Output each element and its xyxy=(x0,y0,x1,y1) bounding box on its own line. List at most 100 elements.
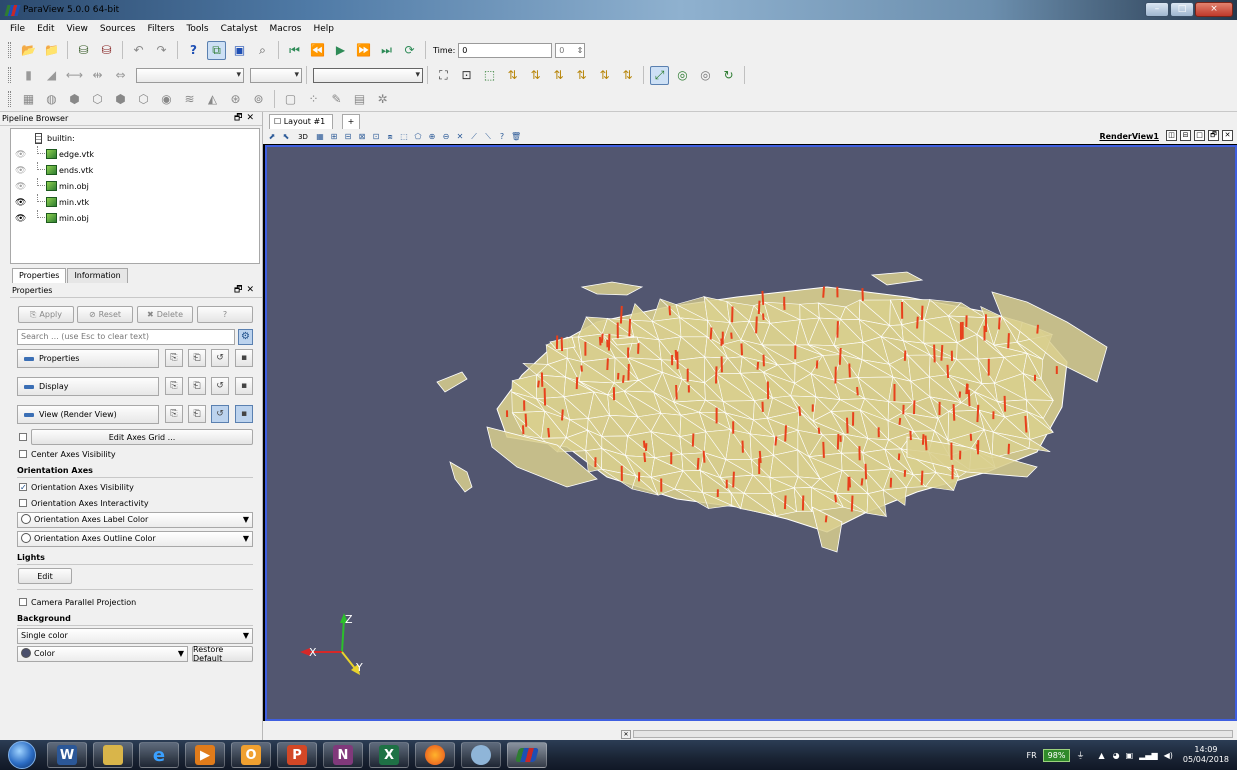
signal-icon[interactable]: ▂▄▆ xyxy=(1139,751,1157,760)
orientation-axes-interactivity-checkbox[interactable] xyxy=(19,499,27,507)
split-vertical-icon[interactable]: ⊟ xyxy=(1180,130,1191,141)
select-cells-icon[interactable]: ⬈ xyxy=(267,132,277,142)
clear-selection-icon[interactable]: ✕ xyxy=(455,132,465,142)
menu-tools[interactable]: Tools xyxy=(180,24,214,34)
close-animation-icon[interactable]: ✕ xyxy=(621,730,631,739)
extract-subset-icon[interactable]: ⬡ xyxy=(134,90,153,109)
warp-vector-icon[interactable]: ◭ xyxy=(203,90,222,109)
camera-parallel-projection-checkbox[interactable] xyxy=(19,598,27,606)
taskbar-paraview[interactable] xyxy=(507,742,547,768)
render-view-name[interactable]: RenderView1 xyxy=(1099,129,1159,144)
help-button[interactable]: ? xyxy=(197,306,253,323)
dock-buttons[interactable]: 🗗✕ xyxy=(234,112,258,125)
close-view-icon[interactable]: ✕ xyxy=(1222,130,1233,141)
view-3d-toggle[interactable]: 3D xyxy=(295,132,311,142)
select-surface-points-icon[interactable]: ⊟ xyxy=(343,132,353,142)
taskbar-explorer-2[interactable] xyxy=(461,742,501,768)
view-minus-x-icon[interactable]: ⇅ xyxy=(526,66,545,85)
probe-icon[interactable]: ✎ xyxy=(327,90,346,109)
color-by-combo[interactable] xyxy=(136,67,244,83)
reset-center-icon[interactable]: ◎ xyxy=(696,66,715,85)
pipeline-item[interactable]: 👁 min.vtk xyxy=(11,194,259,210)
taskbar-outlook[interactable]: O xyxy=(231,742,271,768)
restore-icon[interactable]: ↺ xyxy=(211,377,229,395)
close-button[interactable]: × xyxy=(1195,2,1233,17)
taskbar-ie[interactable]: e xyxy=(139,742,179,768)
color-legend-icon[interactable]: ▮ xyxy=(19,66,38,85)
section-properties[interactable]: Properties xyxy=(17,349,159,368)
taskbar-excel[interactable]: X xyxy=(369,742,409,768)
plot-icon[interactable]: ▤ xyxy=(350,90,369,109)
visibility-eye-icon[interactable]: 👁 xyxy=(15,166,27,176)
loop-icon[interactable]: ⟳ xyxy=(400,41,419,60)
maximize-view-icon[interactable]: □ xyxy=(1194,130,1205,141)
taskbar-powerpoint[interactable]: P xyxy=(277,742,317,768)
time-input[interactable]: 0 xyxy=(458,42,553,58)
stream-tracer-icon[interactable]: ≋ xyxy=(180,90,199,109)
paste-icon[interactable]: ⎗ xyxy=(188,377,206,395)
find-data-icon[interactable]: ⌕ xyxy=(253,41,272,60)
rescale-range-icon[interactable]: ⟷ xyxy=(65,66,84,85)
previous-frame-icon[interactable]: ⏪ xyxy=(308,41,327,60)
visibility-eye-icon[interactable]: 👁 xyxy=(15,182,27,192)
capture-icon[interactable]: ▦ xyxy=(315,132,325,142)
menu-sources[interactable]: Sources xyxy=(94,24,142,34)
background-color-picker[interactable]: Color ▼ xyxy=(17,646,188,662)
particles-icon[interactable]: ✲ xyxy=(373,90,392,109)
save-icon[interactable]: ▪ xyxy=(235,405,253,423)
edit-axes-grid-button[interactable]: Edit Axes Grid ... xyxy=(31,429,253,445)
zoom-to-box-icon[interactable]: ⬚ xyxy=(480,66,499,85)
pipeline-item[interactable]: 👁 min.obj xyxy=(11,178,259,194)
shrink-selection-icon[interactable]: ⊖ xyxy=(441,132,451,142)
reset-camera-icon[interactable]: ⛶ xyxy=(434,66,453,85)
minimize-button[interactable]: – xyxy=(1145,2,1169,17)
zoom-to-data-icon[interactable]: ⊡ xyxy=(457,66,476,85)
menu-file[interactable]: File xyxy=(4,24,31,34)
trash-icon[interactable]: 🗑 xyxy=(511,132,521,142)
render-view[interactable]: Z X Y xyxy=(265,145,1237,721)
apply-button[interactable]: ⎘ Apply xyxy=(18,306,74,323)
rescale-custom-icon[interactable]: ⇹ xyxy=(88,66,107,85)
menu-edit[interactable]: Edit xyxy=(31,24,60,34)
grow-selection-icon[interactable]: ⊕ xyxy=(427,132,437,142)
center-axes-visibility-checkbox[interactable] xyxy=(19,450,27,458)
toolbar-grip[interactable] xyxy=(8,91,11,107)
calculator-icon[interactable]: ▦ xyxy=(19,90,38,109)
restore-icon[interactable]: ↺ xyxy=(211,349,229,367)
show-center-icon[interactable]: ◎ xyxy=(673,66,692,85)
threshold-icon[interactable]: ⬢ xyxy=(111,90,130,109)
volume-icon[interactable]: ◀) xyxy=(1164,751,1173,760)
visibility-eye-icon[interactable]: 👁 xyxy=(15,214,27,224)
select-frustum-cells-icon[interactable]: ⊠ xyxy=(357,132,367,142)
next-frame-icon[interactable]: ⏩ xyxy=(354,41,373,60)
restore-view-icon[interactable]: 🗗 xyxy=(1208,130,1219,141)
section-display[interactable]: Display xyxy=(17,377,159,396)
search-input[interactable]: Search ... (use Esc to clear text) xyxy=(17,329,235,345)
view-plus-z-icon[interactable]: ⇅ xyxy=(595,66,614,85)
usb-icon[interactable]: ▣ xyxy=(1126,751,1134,760)
save-icon[interactable]: ▪ xyxy=(235,377,253,395)
reset-session-icon[interactable]: ▣ xyxy=(230,41,249,60)
clip-icon[interactable]: ⬢ xyxy=(65,90,84,109)
tab-properties[interactable]: Properties xyxy=(12,268,67,283)
taskbar-firefox[interactable] xyxy=(415,742,455,768)
lights-edit-button[interactable]: Edit xyxy=(18,568,72,584)
pick-center-icon[interactable]: ↻ xyxy=(719,66,738,85)
select-points-icon[interactable]: ⬉ xyxy=(281,132,291,142)
advanced-gear-icon[interactable]: ⚙ xyxy=(238,329,253,345)
view-plus-y-icon[interactable]: ⇅ xyxy=(549,66,568,85)
disconnect-icon[interactable]: ⛁ xyxy=(97,41,116,60)
select-polygon-icon[interactable]: ⬠ xyxy=(413,132,423,142)
points-icon[interactable]: ⁘ xyxy=(304,90,323,109)
tab-layout-1[interactable]: ☐ Layout #1 × xyxy=(269,114,333,140)
view-plus-x-icon[interactable]: ⇅ xyxy=(503,66,522,85)
tab-information[interactable]: Information xyxy=(67,268,128,283)
hover-points-icon[interactable]: ⟋ xyxy=(469,132,479,142)
menu-view[interactable]: View xyxy=(61,24,94,34)
orientation-axes-outline-color-picker[interactable]: Orientation Axes Outline Color ▼ xyxy=(17,531,253,547)
first-frame-icon[interactable]: ⏮ xyxy=(285,41,304,60)
axes-grid-checkbox[interactable] xyxy=(19,433,27,441)
pipeline-item[interactable]: 👁 ends.vtk xyxy=(11,162,259,178)
last-frame-icon[interactable]: ⏭ xyxy=(377,41,396,60)
delete-button[interactable]: ✖ Delete xyxy=(137,306,193,323)
